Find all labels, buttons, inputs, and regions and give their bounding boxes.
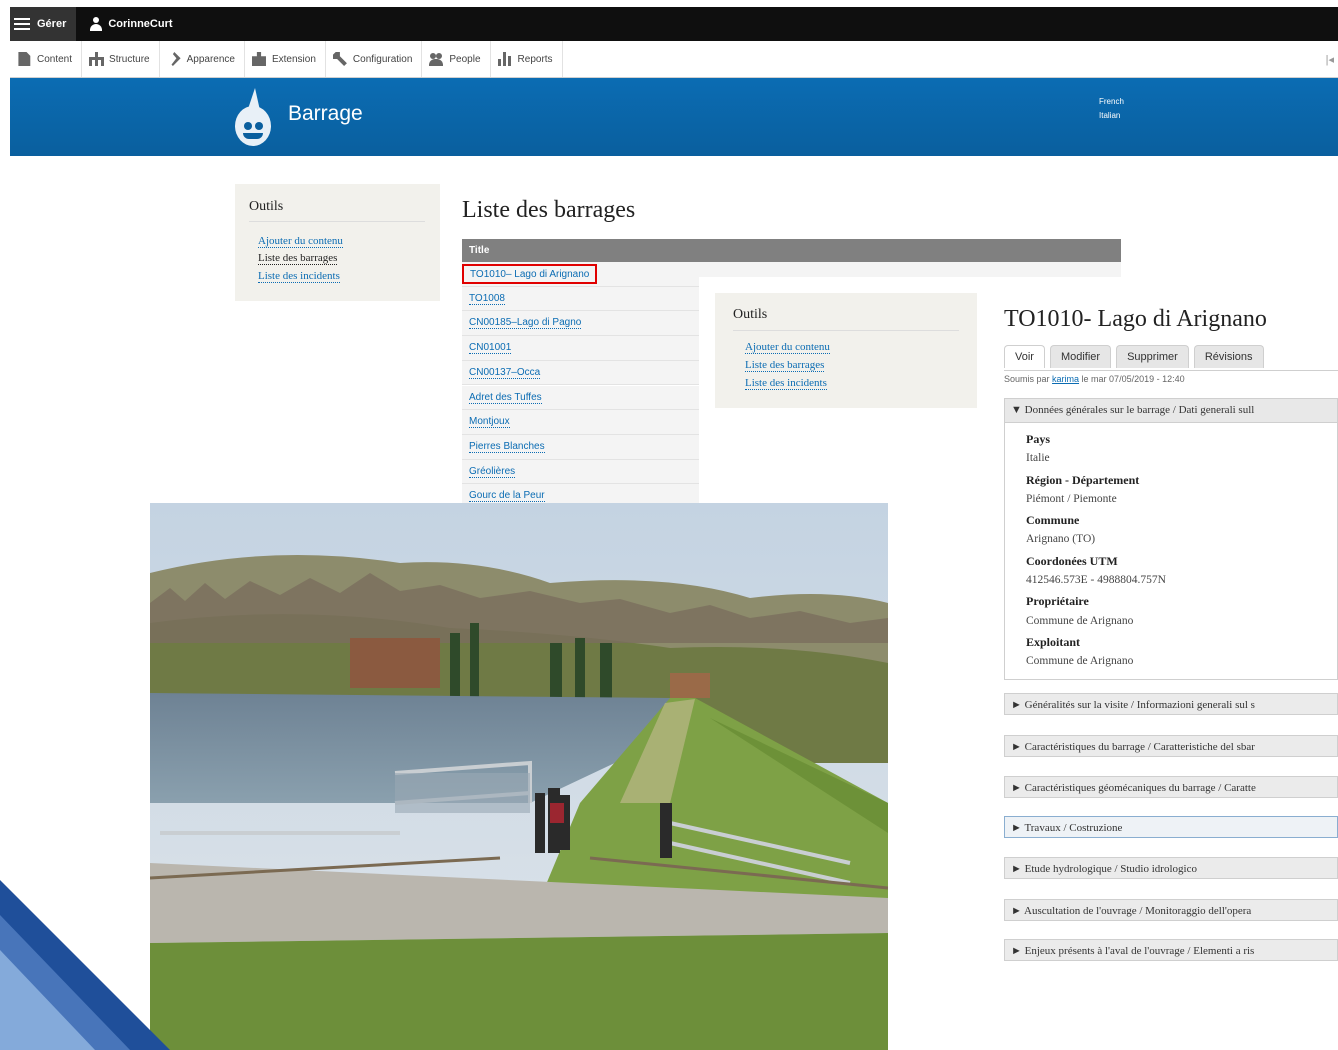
dam-title: TO1010- Lago di Arignano — [1004, 306, 1267, 332]
field-label: Commune — [1026, 513, 1080, 528]
section-toggle[interactable]: ► Caractéristiques géomécaniques du barr… — [1004, 776, 1338, 798]
admin-toolbar: Gérer CorinneCurt — [10, 7, 1338, 41]
submitted-info: Soumis par karima le mar 07/05/2019 - 12… — [1004, 374, 1185, 384]
dam-link[interactable]: Gourc de la Peur — [469, 490, 545, 503]
tray-label: Structure — [109, 53, 150, 65]
field-list: Pays Italie Région - Département Piémont… — [1026, 432, 1166, 676]
dam-landscape-image — [150, 503, 888, 1050]
language-link-italian[interactable]: Italian — [1099, 111, 1120, 120]
sidebar-title: Outils — [249, 199, 425, 222]
dam-link[interactable]: CN00185–Lago di Pagno — [469, 317, 582, 330]
field-value: Commune de Arignano — [1026, 614, 1134, 627]
section-toggle[interactable]: ► Etude hydrologique / Studio idrologico — [1004, 857, 1338, 879]
tray-label: Extension — [271, 53, 316, 65]
field-value: Italie — [1026, 452, 1050, 465]
general-data-section: ▼ Données générales sur le barrage / Dat… — [1004, 398, 1338, 680]
section-toggle[interactable]: ► Généralités sur la visite / Informazio… — [1004, 693, 1338, 715]
tray-item-configuration[interactable]: Configuration — [326, 41, 423, 77]
site-header: Barrage French Italian — [10, 78, 1338, 156]
sidebar-link-incident-list[interactable]: Liste des incidents — [258, 270, 340, 283]
tray-label: Configuration — [352, 53, 413, 65]
tray-orientation-toggle[interactable]: |◂ — [1326, 41, 1338, 77]
puzzle-icon — [251, 52, 266, 66]
tab-view[interactable]: Voir — [1004, 345, 1045, 368]
sidebar-title: Outils — [733, 307, 959, 331]
field-label: Coordonées UTM — [1026, 553, 1118, 568]
field-value: Commune de Arignano — [1026, 655, 1134, 668]
submitted-prefix: Soumis par — [1004, 374, 1053, 384]
user-menu-button[interactable]: CorinneCurt — [76, 17, 173, 31]
field-label: Exploitant — [1026, 634, 1081, 649]
user-icon — [90, 17, 103, 31]
hamburger-icon — [14, 18, 30, 30]
tray-item-people[interactable]: People — [422, 41, 491, 77]
section-toggle[interactable]: ► Travaux / Costruzione — [1004, 816, 1338, 838]
manage-button[interactable]: Gérer — [10, 7, 77, 41]
page-title: Liste des barrages — [462, 197, 636, 223]
field-value: Arignano (TO) — [1026, 533, 1096, 546]
tools-sidebar: Outils Ajouter du contenu Liste des barr… — [235, 184, 440, 301]
tray-label: Content — [37, 53, 73, 65]
structure-icon — [89, 52, 105, 66]
dam-photo — [150, 503, 888, 1050]
bar-chart-icon — [497, 52, 512, 66]
tabs-divider — [1004, 370, 1338, 371]
author-link[interactable]: karima — [1052, 374, 1079, 384]
section-toggle[interactable]: ► Auscultation de l'ouvrage / Monitoragg… — [1004, 899, 1338, 921]
section-toggle[interactable]: ▼ Données générales sur le barrage / Dat… — [1005, 399, 1337, 423]
dam-link[interactable]: Montjoux — [469, 416, 510, 429]
site-name[interactable]: Barrage — [288, 102, 363, 126]
field-value: 412546.573E - 4988804.757N — [1026, 574, 1166, 587]
detail-tools-sidebar: Outils Ajouter du contenu Liste des barr… — [715, 293, 977, 408]
tray-item-content[interactable]: Content — [10, 41, 83, 77]
tray-label: Reports — [517, 53, 553, 65]
user-name: CorinneCurt — [108, 18, 173, 30]
brush-icon — [171, 52, 181, 66]
wrench-icon — [332, 52, 347, 66]
dam-link[interactable]: CN01001 — [469, 342, 512, 355]
tab-delete[interactable]: Supprimer — [1116, 345, 1189, 368]
field-label: Propriétaire — [1026, 594, 1089, 609]
tray-item-apparence[interactable]: Apparence — [160, 41, 245, 77]
node-tabs: Voir Modifier Supprimer Révisions — [1004, 345, 1264, 368]
tab-revisions[interactable]: Révisions — [1193, 345, 1264, 368]
manage-label: Gérer — [37, 18, 67, 30]
dam-link[interactable]: Gréolières — [469, 466, 516, 478]
page-icon — [18, 52, 31, 66]
section-toggle[interactable]: ► Caractéristiques du barrage / Caratter… — [1004, 735, 1338, 757]
sidebar-link-add-content[interactable]: Ajouter du contenu — [258, 235, 343, 248]
dam-link[interactable]: TO1010– Lago di Arignano — [462, 264, 598, 284]
admin-tray: Content Structure Apparence Extension Co… — [10, 41, 1338, 78]
drupal-logo-icon[interactable] — [234, 88, 272, 148]
sidebar-link-dam-list[interactable]: Liste des barrages — [258, 252, 338, 265]
tray-label: People — [449, 53, 481, 65]
field-value: Piémont / Piemonte — [1026, 492, 1117, 505]
tray-item-reports[interactable]: Reports — [491, 41, 563, 77]
field-label: Région - Département — [1026, 472, 1140, 487]
dam-link[interactable]: CN00137–Occa — [469, 367, 541, 379]
field-label: Pays — [1026, 432, 1050, 446]
tab-edit[interactable]: Modifier — [1049, 345, 1112, 368]
dam-link[interactable]: Pierres Blanches — [469, 441, 545, 453]
dam-link[interactable]: TO1008 — [469, 293, 505, 305]
people-icon — [429, 52, 444, 66]
section-toggle[interactable]: ► Enjeux présents à l'aval de l'ouvrage … — [1004, 939, 1338, 961]
submitted-date: le mar 07/05/2019 - 12:40 — [1079, 374, 1185, 384]
tray-item-extension[interactable]: Extension — [245, 41, 326, 77]
dam-table: Title TO1010– Lago di Arignano TO1008 CN… — [462, 239, 1121, 509]
sidebar-link-add-content[interactable]: Ajouter du contenu — [745, 341, 830, 354]
dam-link[interactable]: Adret des Tuffes — [469, 392, 542, 404]
tray-label: Apparence — [186, 53, 235, 65]
sidebar-link-dam-list[interactable]: Liste des barrages — [745, 359, 825, 372]
tray-item-structure[interactable]: Structure — [82, 41, 160, 77]
table-header-title[interactable]: Title — [462, 239, 1121, 262]
sidebar-link-incident-list[interactable]: Liste des incidents — [745, 377, 827, 390]
language-link-french[interactable]: French — [1099, 97, 1124, 106]
